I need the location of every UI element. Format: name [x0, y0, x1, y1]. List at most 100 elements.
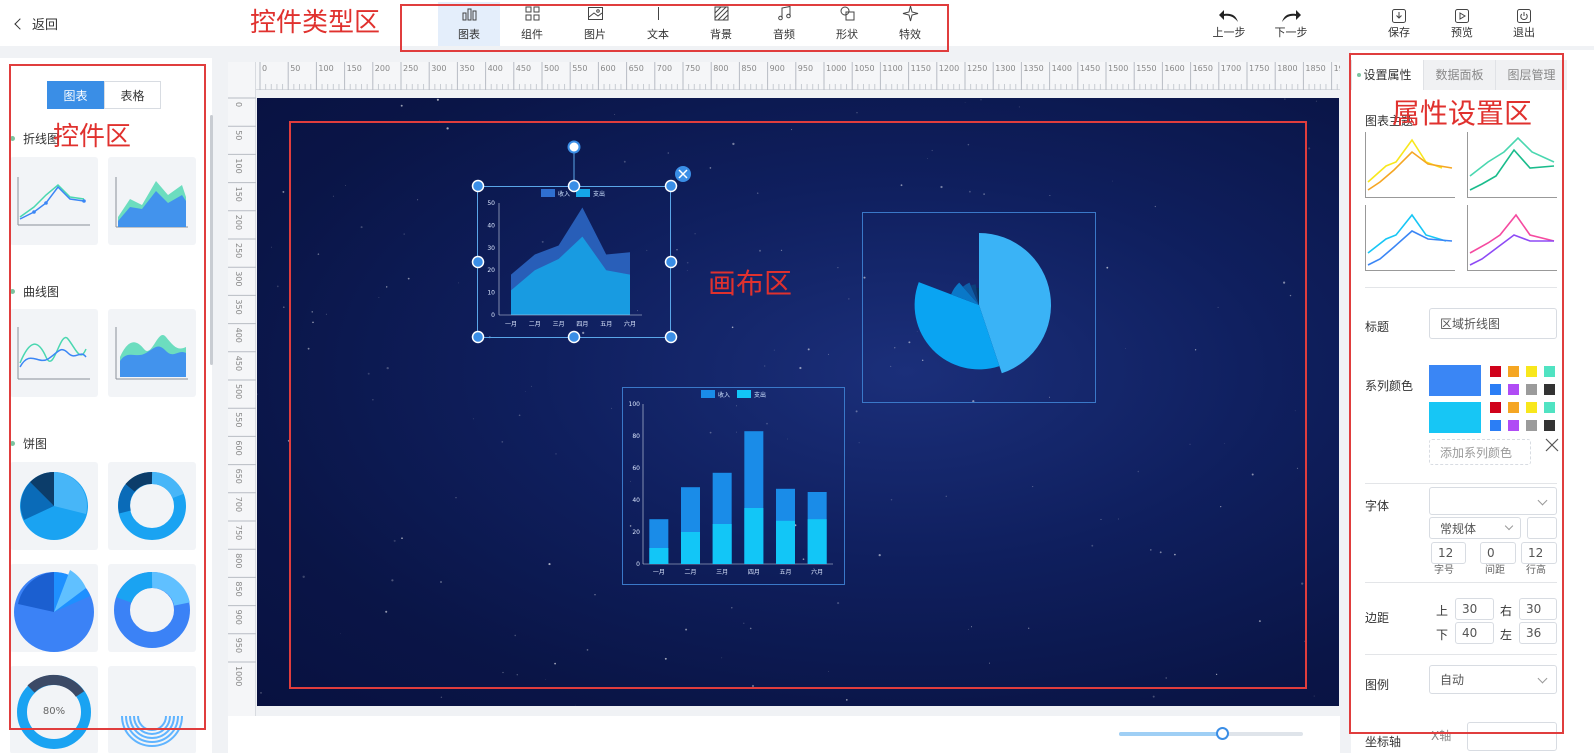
x-tick-label: 一月: [653, 569, 665, 576]
y-tick-label: 20: [632, 529, 640, 536]
ruler-label: 100: [318, 64, 333, 73]
pie-chart: [914, 233, 1051, 374]
ruler-label: 1100: [882, 64, 902, 73]
ruler-label: 1000: [234, 666, 243, 686]
ruler-label: 450: [516, 64, 531, 73]
ruler-label: 950: [234, 638, 243, 653]
x-tick-label: 四月: [748, 569, 760, 576]
props-highlight-box: [1349, 53, 1564, 734]
preview-label: 预览: [1451, 26, 1473, 39]
redo-label: 下一步: [1274, 26, 1308, 39]
back-button[interactable]: 返回: [14, 14, 58, 33]
ruler-label: 200: [234, 215, 243, 230]
bar-支出: [744, 508, 764, 564]
ruler-label: 1800: [1277, 64, 1297, 73]
y-tick-label: 80: [632, 433, 640, 440]
legend-swatch: [701, 390, 715, 398]
ruler-label: 150: [347, 64, 362, 73]
ruler-label: 800: [234, 553, 243, 568]
preview-button[interactable]: 预览: [1439, 4, 1485, 44]
ruler-label: 1150: [911, 64, 931, 73]
ruler-label: 1050: [854, 64, 874, 73]
widgets-highlight-box: [9, 64, 206, 730]
toolbar-annotation: 控件类型区: [250, 8, 381, 38]
ruler-label: 300: [234, 271, 243, 286]
star: [1313, 695, 1315, 697]
ruler-label: 550: [572, 64, 587, 73]
undo-icon: [1219, 10, 1238, 22]
ruler-label: 150: [234, 187, 243, 202]
vertical-ruler: 0 50 100 150 200 250 300 350 400 450 500 550 600 650 7…: [228, 62, 256, 717]
ruler-label: 500: [234, 384, 243, 399]
horizontal-ruler: 0 50 100 150 200 250 300 350 400 450 500 550 600 650 7…: [228, 62, 1355, 90]
star: [614, 114, 616, 116]
ruler-label: 950: [798, 64, 813, 73]
ruler-label: 1350: [1023, 64, 1043, 73]
ruler-label: 1750: [1249, 64, 1269, 73]
star: [1315, 100, 1317, 102]
canvas-annotation: 画布区: [708, 267, 793, 300]
x-tick-label: 五月: [779, 569, 791, 576]
pie-chart-widget[interactable]: [862, 212, 1096, 403]
bar-chart-widget[interactable]: 收入 支出 0 20 40 60 80 100 一月 二月 三月 四月 五月 六月: [622, 387, 845, 585]
star: [1284, 98, 1286, 100]
ruler-label: 1300: [995, 64, 1015, 73]
ruler-label: 650: [234, 469, 243, 484]
bar-支出: [807, 519, 827, 564]
ruler-label: 900: [234, 610, 243, 625]
ruler-label: 800: [713, 64, 728, 73]
undo-button[interactable]: 上一步: [1206, 4, 1252, 44]
save-icon: [1392, 9, 1406, 23]
ruler-label: 600: [600, 64, 615, 73]
star: [260, 692, 262, 694]
ruler-label: 1000: [826, 64, 846, 73]
redo-icon: [1282, 10, 1301, 22]
star: [1308, 147, 1311, 150]
ruler-label: 1450: [1080, 64, 1100, 73]
exit-button[interactable]: 退出: [1501, 4, 1547, 44]
star: [1018, 106, 1020, 108]
selection-handles[interactable]: [467, 140, 697, 350]
x-tick-label: 三月: [716, 569, 728, 576]
widget-panel-scrollbar[interactable]: [210, 115, 213, 365]
save-label: 保存: [1388, 26, 1410, 39]
ruler-label: 500: [544, 64, 559, 73]
ruler-label: 650: [629, 64, 644, 73]
redo-button[interactable]: 下一步: [1268, 4, 1314, 44]
ruler-label: 300: [431, 64, 446, 73]
ruler-label: 50: [234, 130, 243, 140]
ruler-label: 1400: [1052, 64, 1072, 73]
legend-swatch: [737, 390, 751, 398]
ruler-label: 1250: [967, 64, 987, 73]
ruler-label: 0: [262, 64, 267, 73]
ruler-label: 50: [290, 64, 300, 73]
ruler-label: 250: [403, 64, 418, 73]
ruler-label: 550: [234, 412, 243, 427]
zoom-slider[interactable]: [1119, 732, 1303, 736]
ruler-label: 900: [770, 64, 785, 73]
star: [575, 704, 576, 706]
ruler-label: 1700: [1221, 64, 1241, 73]
ruler-label: 100: [234, 158, 243, 173]
ruler-label: 0: [234, 102, 243, 107]
rotate-handle[interactable]: [567, 140, 581, 154]
ruler-label: 400: [234, 328, 243, 343]
y-tick-label: 100: [629, 401, 641, 408]
zoom-slider-thumb[interactable]: [1216, 727, 1229, 740]
y-tick-label: 40: [632, 497, 640, 504]
ruler-label: 700: [234, 497, 243, 512]
ruler-label: 200: [375, 64, 390, 73]
x-tick-label: 二月: [684, 569, 696, 576]
save-button[interactable]: 保存: [1376, 4, 1422, 44]
star: [282, 190, 285, 193]
star: [856, 112, 858, 114]
undo-label: 上一步: [1212, 26, 1246, 39]
x-tick-label: 六月: [811, 568, 823, 576]
star: [845, 699, 848, 701]
ruler-label: 1200: [939, 64, 959, 73]
ruler-label: 1650: [1193, 64, 1213, 73]
exit-label: 退出: [1513, 26, 1535, 39]
ruler-label: 400: [488, 64, 503, 73]
legend-label: 支出: [754, 391, 766, 399]
ruler-label: 1500: [1108, 64, 1128, 73]
